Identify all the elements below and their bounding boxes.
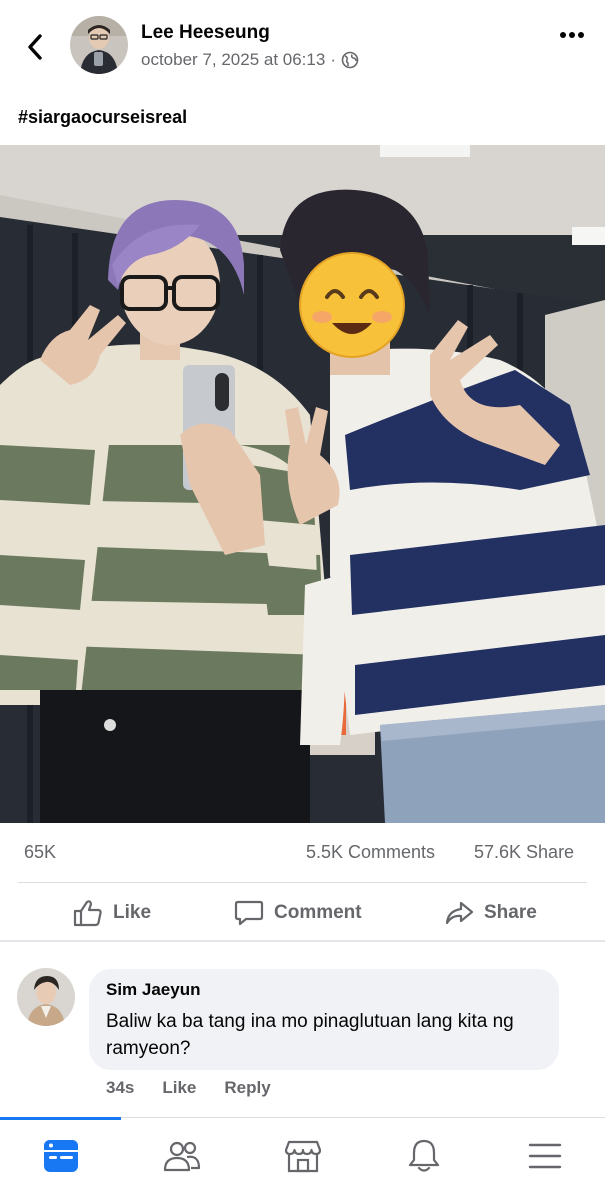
friends-icon [163,1141,200,1172]
post-caption[interactable]: #siargaocurseisreal [18,107,187,128]
action-bar: Like Comment Share [0,885,605,940]
comment-text: Baliw ka ba tang ina mo pinaglutuan lang… [106,1011,514,1059]
tab-home[interactable] [0,1118,121,1194]
commenter-avatar[interactable] [17,968,75,1026]
more-dots-icon [560,32,584,38]
commenter-name[interactable]: Sim Jaeyun [106,980,542,1000]
stats-divider [18,882,587,883]
share-label: Share [484,901,537,923]
author-name[interactable]: Lee Heeseung [141,22,270,44]
share-button[interactable]: Share [444,885,537,940]
comment-meta: 34s Like Reply [106,1078,271,1098]
thumbs-up-icon [73,899,102,926]
reaction-count[interactable]: 65K [24,842,56,863]
comment-time: 34s [106,1078,135,1097]
meta-separator: · [330,50,336,69]
tab-friends[interactable] [121,1118,242,1194]
share-arrow-icon [445,901,474,924]
post-stats: 65K 5.5K Comments 57.6K Share [0,838,605,868]
comment-item: Sim Jaeyun Baliw ka ba tang ina mo pinag… [0,960,605,1110]
post-meta: october 7, 2025 at 06:13 · [141,50,359,70]
share-count[interactable]: 57.6K Share [474,842,574,863]
more-options-button[interactable] [555,24,589,46]
comment-button[interactable]: Comment [234,885,362,940]
comment-label: Comment [274,901,362,923]
tab-notifications[interactable] [363,1118,484,1194]
post-photo[interactable] [0,145,605,823]
comment-like-button[interactable]: Like [162,1078,196,1098]
bottom-tab-bar [0,1117,605,1200]
menu-icon [528,1143,561,1169]
post-header: Lee Heeseung october 7, 2025 at 06:13 · [0,0,605,90]
home-feed-icon [43,1140,78,1172]
author-avatar[interactable] [70,16,128,74]
comment-bubble-icon [234,900,264,925]
like-button[interactable]: Like [73,885,151,940]
back-arrow-icon [28,34,42,60]
comments-divider [0,940,605,942]
comment-reply-button[interactable]: Reply [224,1078,270,1098]
tab-menu[interactable] [484,1118,605,1194]
tab-marketplace[interactable] [242,1118,363,1194]
comment-bubble[interactable]: Sim Jaeyun Baliw ka ba tang ina mo pinag… [89,969,559,1070]
globe-icon [341,51,359,69]
comment-count[interactable]: 5.5K Comments [306,842,435,863]
post-timestamp[interactable]: october 7, 2025 at 06:13 [141,50,325,70]
back-button[interactable] [20,30,50,64]
bell-icon [408,1139,439,1172]
marketplace-icon [284,1140,321,1173]
like-label: Like [113,901,152,923]
